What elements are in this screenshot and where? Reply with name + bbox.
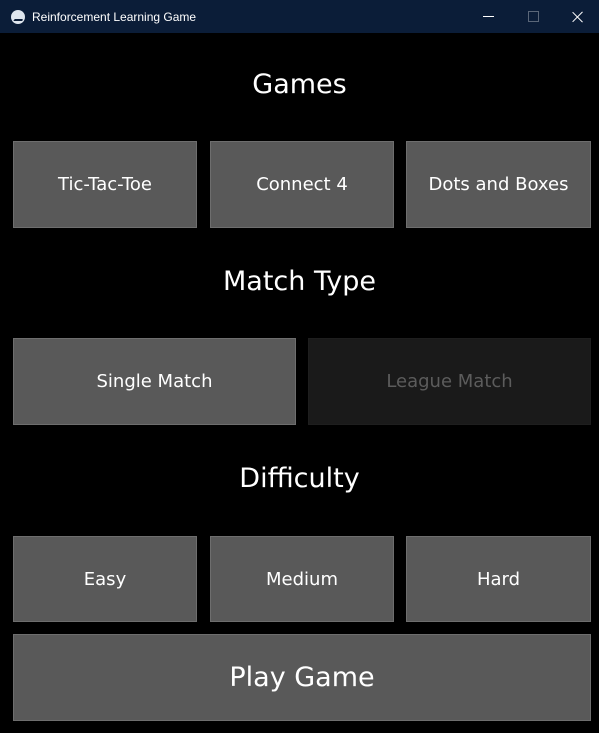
close-button[interactable] bbox=[555, 0, 599, 33]
medium-button[interactable]: Medium bbox=[210, 536, 394, 622]
match-type-heading: Match Type bbox=[223, 266, 376, 297]
close-icon bbox=[572, 11, 583, 22]
play-game-button[interactable]: Play Game bbox=[13, 634, 591, 721]
minimize-icon bbox=[483, 16, 494, 17]
games-heading: Games bbox=[252, 69, 347, 100]
app-logo-icon bbox=[11, 10, 25, 24]
connect-4-button[interactable]: Connect 4 bbox=[210, 141, 394, 228]
easy-button[interactable]: Easy bbox=[13, 536, 197, 622]
maximize-button[interactable] bbox=[510, 0, 556, 33]
single-match-button[interactable]: Single Match bbox=[13, 338, 296, 425]
window-title: Reinforcement Learning Game bbox=[32, 10, 197, 24]
title-bar[interactable]: Reinforcement Learning Game bbox=[0, 0, 599, 33]
app-window: Reinforcement Learning Game Games Tic-Ta… bbox=[0, 0, 599, 733]
tic-tac-toe-button[interactable]: Tic-Tac-Toe bbox=[13, 141, 197, 228]
maximize-icon bbox=[528, 11, 539, 22]
difficulty-heading: Difficulty bbox=[239, 463, 360, 494]
hard-button[interactable]: Hard bbox=[406, 536, 591, 622]
league-match-button: League Match bbox=[308, 338, 591, 425]
main-content: Games Tic-Tac-Toe Connect 4 Dots and Box… bbox=[0, 33, 599, 733]
dots-and-boxes-button[interactable]: Dots and Boxes bbox=[406, 141, 591, 228]
minimize-button[interactable] bbox=[465, 0, 511, 33]
